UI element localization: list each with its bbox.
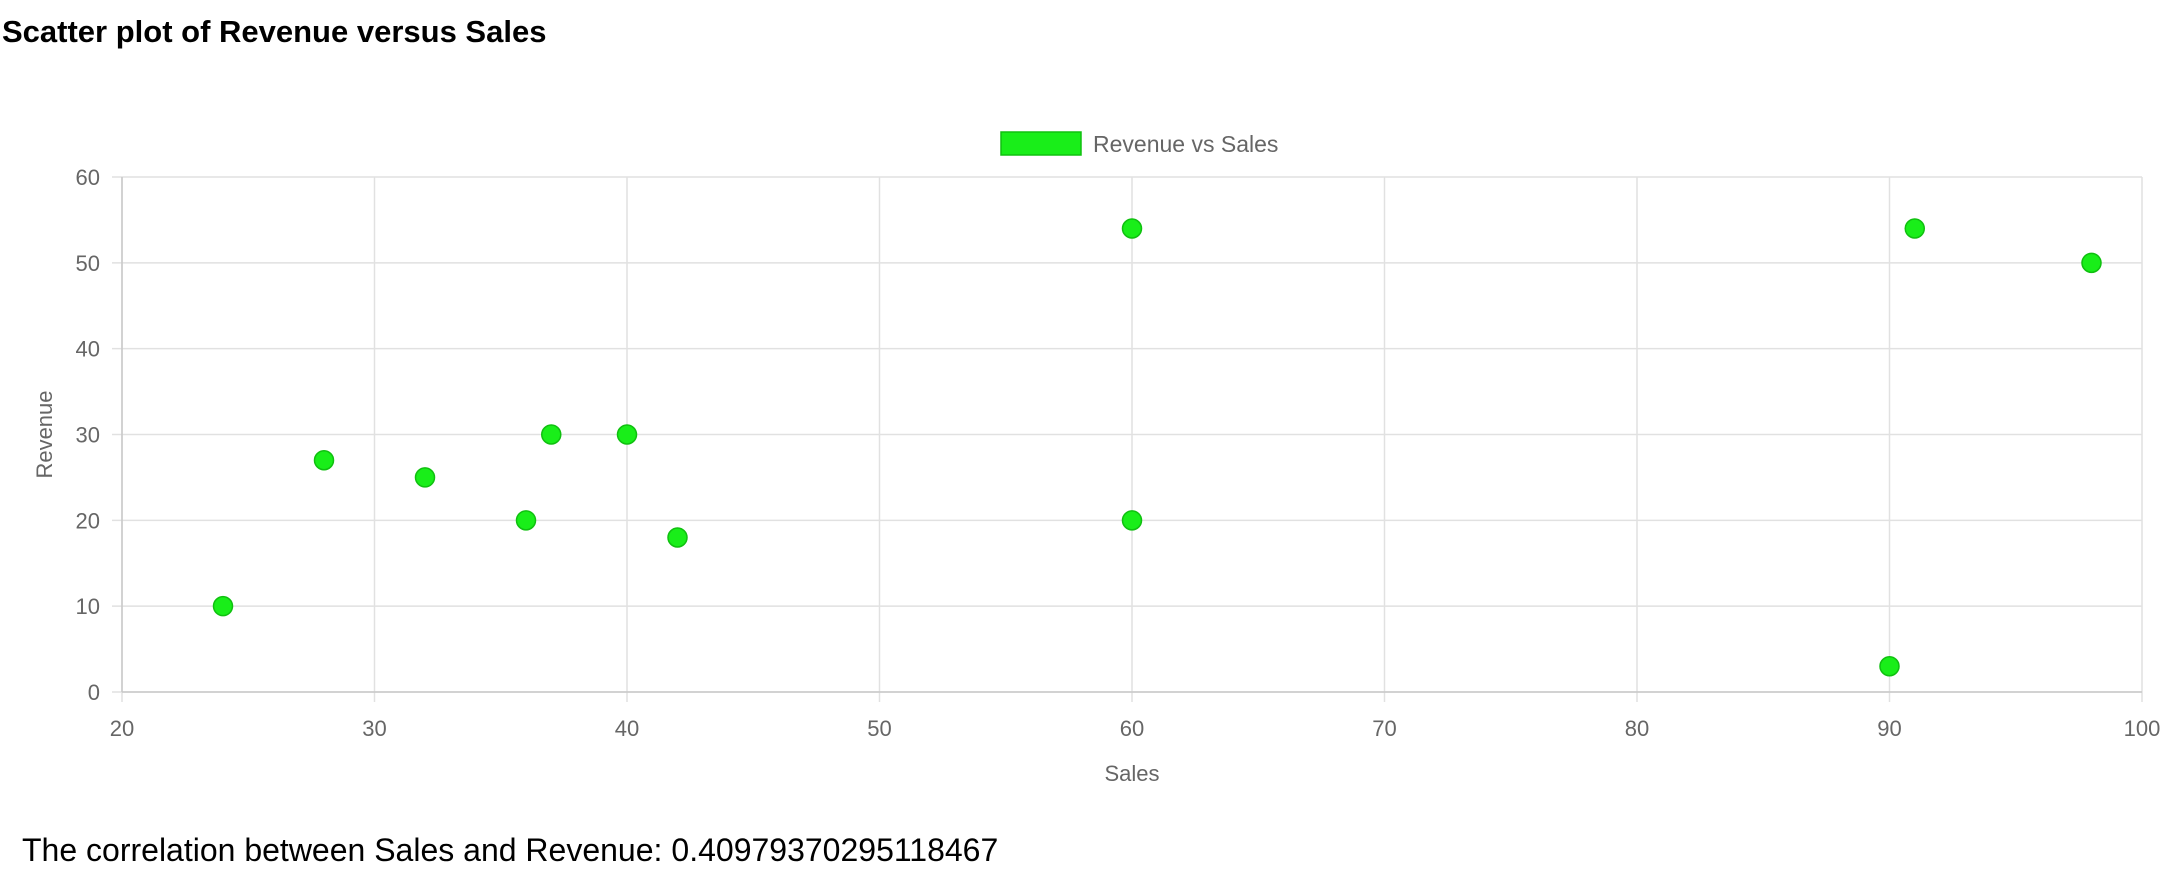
scatter-point — [414, 467, 436, 488]
scatter-point — [667, 527, 688, 548]
y-axis-title: Revenue — [32, 390, 57, 478]
page-title: Scatter plot of Revenue versus Sales — [2, 14, 547, 49]
legend-label: Revenue vs Sales — [1093, 131, 1278, 157]
scatter-point — [2081, 252, 2102, 274]
y-tick-label: 20 — [76, 508, 100, 533]
y-tick-label: 60 — [76, 165, 100, 190]
x-tick-label: 20 — [110, 716, 134, 741]
y-tick-label: 10 — [76, 594, 100, 619]
scatter-point — [313, 450, 335, 471]
y-tick-label: 30 — [76, 423, 100, 448]
scatter-point — [212, 595, 234, 617]
scatter-chart-container: 20 30 40 50 60 70 80 90 100 0 10 20 30 40 50 60 Sales Rev… — [0, 110, 2176, 800]
correlation-label: The correlation between Sales and Revenu… — [22, 832, 663, 868]
scatter-point — [1904, 218, 1925, 239]
scatter-point — [515, 510, 537, 531]
x-tick-label: 50 — [867, 716, 891, 741]
scatter-point — [541, 424, 562, 445]
scatter-chart: 20 30 40 50 60 70 80 90 100 0 10 20 30 40 50 60 Sales Rev… — [32, 131, 2161, 786]
scatter-point — [1121, 510, 1143, 531]
y-tick-label: 0 — [88, 680, 100, 705]
x-tick-label: 80 — [1625, 716, 1649, 741]
x-tick-label: 30 — [362, 716, 386, 741]
scatter-point — [1121, 218, 1143, 239]
scatter-point — [616, 424, 638, 445]
y-tick-label: 40 — [76, 337, 100, 362]
x-axis-title: Sales — [1104, 761, 1159, 786]
x-tick-label: 70 — [1372, 716, 1396, 741]
y-tick-label: 50 — [76, 251, 100, 276]
correlation-value: 0.40979370295118467 — [671, 832, 999, 868]
x-tick-label: 60 — [1120, 716, 1144, 741]
scatter-point — [1879, 656, 1900, 677]
legend-swatch — [1000, 131, 1082, 156]
x-tick-label: 100 — [2124, 716, 2161, 741]
x-tick-label: 40 — [615, 716, 639, 741]
correlation-text: The correlation between Sales and Revenu… — [22, 832, 998, 869]
x-tick-label: 90 — [1877, 716, 1901, 741]
